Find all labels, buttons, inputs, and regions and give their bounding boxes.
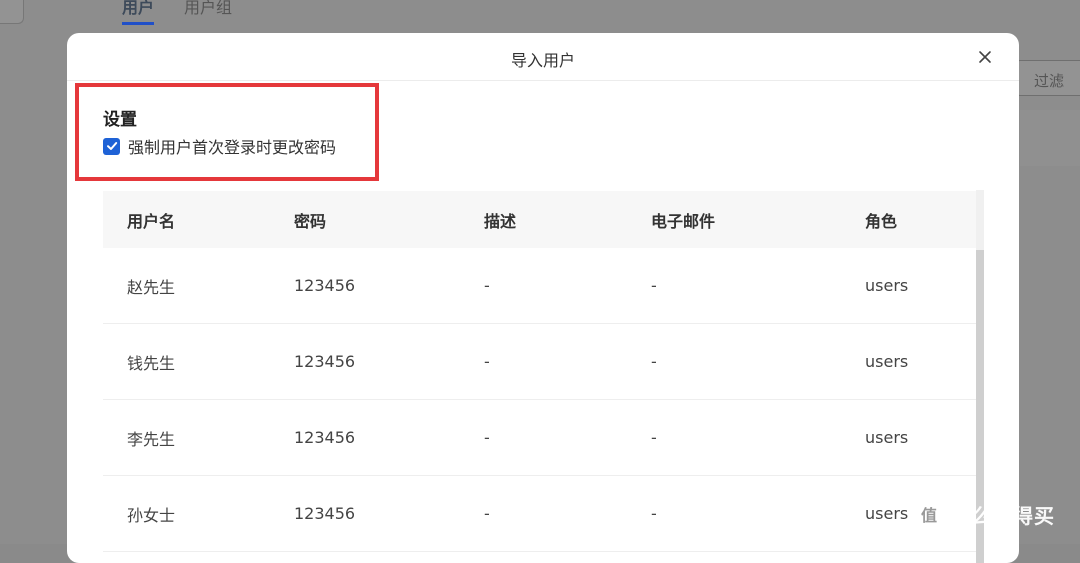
settings-title: 设置	[103, 110, 137, 130]
force-change-password-label: 强制用户首次登录时更改密码	[128, 138, 337, 157]
password-cell: 123456	[294, 504, 356, 523]
table-row: 钱先生 123456 - - users	[103, 324, 983, 400]
column-email: 电子邮件	[651, 211, 716, 231]
role-cell: users	[865, 428, 909, 447]
password-cell: 123456	[294, 276, 356, 295]
settings-highlight-box	[75, 83, 379, 181]
role-cell: users	[865, 276, 909, 295]
email-cell: -	[651, 352, 657, 371]
users-table: 用户名 密码 描述 电子邮件 角色 赵先生 123456 - - users 钱…	[103, 191, 983, 563]
description-cell: -	[484, 352, 490, 371]
table-header: 用户名 密码 描述 电子邮件 角色	[103, 191, 983, 248]
username-cell: 李先生	[127, 429, 176, 449]
email-cell: -	[651, 276, 657, 295]
table-row: 李先生 123456 - - users	[103, 400, 983, 476]
table-row: 孙女士 123456 - - users	[103, 476, 983, 552]
background-tabs: 用户 用户组	[122, 0, 232, 18]
description-cell: -	[484, 504, 490, 523]
email-cell: -	[651, 504, 657, 523]
password-cell: 123456	[294, 352, 356, 371]
username-cell: 孙女士	[127, 505, 176, 525]
watermark-text: 什么值得买	[950, 503, 1055, 528]
checkmark-icon	[106, 142, 117, 150]
filter-label: 过滤	[1034, 72, 1065, 90]
description-cell: -	[484, 276, 490, 295]
background-row	[1020, 110, 1080, 166]
username-cell: 赵先生	[127, 277, 176, 297]
dialog-header: 导入用户	[67, 33, 1019, 81]
background-card	[0, 0, 24, 24]
tab-user-groups[interactable]: 用户组	[184, 0, 232, 18]
watermark-logo: 值	[914, 499, 944, 529]
column-username: 用户名	[127, 211, 176, 231]
close-button[interactable]	[973, 45, 997, 69]
force-change-password-option[interactable]: 强制用户首次登录时更改密码	[103, 134, 336, 158]
column-description: 描述	[484, 211, 517, 231]
column-role: 角色	[865, 211, 898, 231]
dialog-title: 导入用户	[510, 51, 575, 70]
tab-users[interactable]: 用户	[122, 0, 154, 18]
watermark: 值 什么值得买	[914, 499, 1055, 529]
active-tab-indicator	[122, 22, 154, 25]
description-cell: -	[484, 428, 490, 447]
password-cell: 123456	[294, 428, 356, 447]
role-cell: users	[865, 352, 909, 371]
force-change-password-checkbox[interactable]	[103, 137, 120, 155]
column-password: 密码	[294, 211, 327, 231]
email-cell: -	[651, 428, 657, 447]
table-row: 赵先生 123456 - - users	[103, 248, 983, 324]
import-users-dialog: 导入用户 设置 强制用户首次登录时更改密码 用户名 密码 描述 电子邮件 角色 …	[67, 33, 1019, 563]
username-cell: 钱先生	[127, 353, 176, 373]
close-icon	[979, 51, 991, 63]
